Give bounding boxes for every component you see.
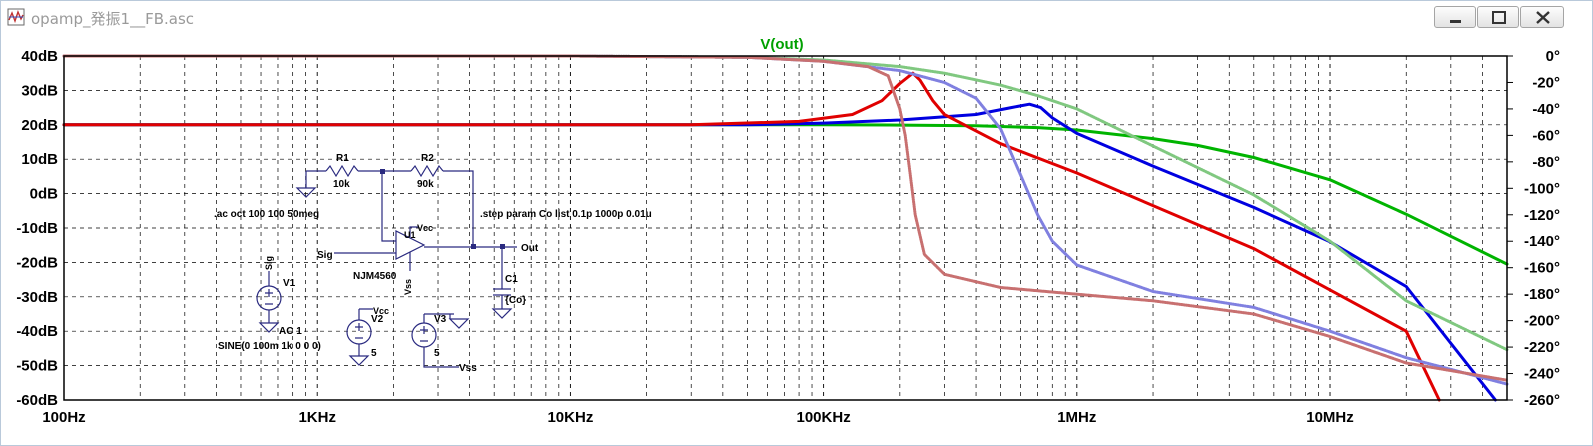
y-left-tick-label: 40dB — [21, 48, 58, 65]
label-v1-ac: AC 1 — [279, 326, 302, 337]
label-r2-value: 90k — [417, 179, 434, 190]
x-tick-label: 10MHz — [1306, 409, 1354, 426]
x-tick-label: 100KHz — [797, 409, 851, 426]
x-tick-label: 100Hz — [42, 409, 85, 426]
y-left-tick-label: -20dB — [16, 254, 58, 271]
label-v3-value: 5 — [434, 348, 440, 359]
label-u1-model: NJM4560 — [353, 271, 397, 282]
label-u1: U1 — [404, 230, 416, 240]
node-dot-1 — [380, 169, 385, 174]
x-tick-label: 1KHz — [298, 409, 336, 426]
y-right-tick-label: 0° — [1546, 48, 1560, 65]
y-right-tick-label: -140° — [1524, 233, 1560, 250]
y-right-tick-label: -100° — [1524, 180, 1560, 197]
y-left-tick-label: 20dB — [21, 117, 58, 134]
label-v3-vss: Vss — [459, 363, 477, 374]
y-left-tick-label: -10dB — [16, 220, 58, 237]
label-c1-value: {Co} — [505, 295, 526, 306]
y-right-tick-label: -200° — [1524, 313, 1560, 330]
y-right-tick-label: -160° — [1524, 260, 1560, 277]
close-button[interactable] — [1520, 6, 1564, 28]
spice-step-directive: .step param Co list 0.1p 1000p 0.01u — [480, 209, 652, 220]
y-right-tick-label: -260° — [1524, 392, 1560, 409]
label-v2: V2 — [371, 314, 384, 325]
y-left-tick-label: -30dB — [16, 289, 58, 306]
y-right-tick-label: -80° — [1532, 154, 1560, 171]
label-vss-pin: Vss — [403, 279, 413, 295]
node-dot-3 — [500, 244, 505, 249]
label-out: Out — [521, 243, 539, 254]
spice-ac-directive: .ac oct 100 100 50meg — [214, 209, 319, 220]
y-right-tick-label: -60° — [1532, 127, 1560, 144]
y-right-tick-label: -20° — [1532, 74, 1560, 91]
label-r1-value: 10k — [333, 179, 350, 190]
maximize-icon — [1492, 11, 1506, 24]
x-tick-label: 1MHz — [1057, 409, 1096, 426]
chart-title: V(out) — [760, 36, 803, 53]
y-left-tick-label: -50dB — [16, 358, 58, 375]
y-right-tick-label: -180° — [1524, 286, 1560, 303]
maximize-button[interactable] — [1477, 6, 1519, 28]
y-left-tick-label: 0dB — [30, 186, 59, 203]
title-bar[interactable]: opamp_発振1__FB.asc — [1, 1, 1592, 33]
y-right-tick-label: -120° — [1524, 207, 1560, 224]
minimize-icon — [1450, 20, 1461, 23]
waveform-window: opamp_発振1__FB.asc V(out) 100Hz 1KHz 10KHz 1… — [0, 0, 1593, 446]
label-vcc-pin: Vcc — [417, 223, 433, 233]
y-right-tick-label: -220° — [1524, 339, 1560, 356]
node-dot-2 — [471, 244, 476, 249]
label-c1: C1 — [505, 274, 518, 285]
window-title: opamp_発振1__FB.asc — [31, 10, 195, 28]
label-v3: V3 — [434, 314, 447, 325]
minimize-button[interactable] — [1434, 6, 1476, 28]
close-icon — [1536, 11, 1550, 24]
label-r2: R2 — [421, 153, 434, 164]
ltspice-waveform-icon — [7, 8, 25, 26]
x-tick-label: 10KHz — [547, 409, 593, 426]
y-left-tick-label: -40dB — [16, 323, 58, 340]
label-sig: Sig — [317, 250, 333, 261]
y-right-tick-label: -40° — [1532, 101, 1560, 118]
y-left-tick-label: 10dB — [21, 151, 58, 168]
y-left-tick-label: -60dB — [16, 392, 58, 409]
label-v1-sine: SINE(0 100m 1k 0 0 0) — [218, 341, 321, 352]
label-v1: V1 — [283, 278, 296, 289]
y-left-tick-label: 30dB — [21, 82, 58, 99]
label-v2-value: 5 — [371, 348, 377, 359]
y-right-tick-label: -240° — [1524, 366, 1560, 383]
waveform-plot[interactable]: V(out) 100Hz 1KHz 10KHz 100KHz 1MHz 10MHz 40d… — [1, 33, 1592, 445]
label-r1: R1 — [336, 153, 349, 164]
label-v1-sig: Sig — [264, 256, 274, 270]
